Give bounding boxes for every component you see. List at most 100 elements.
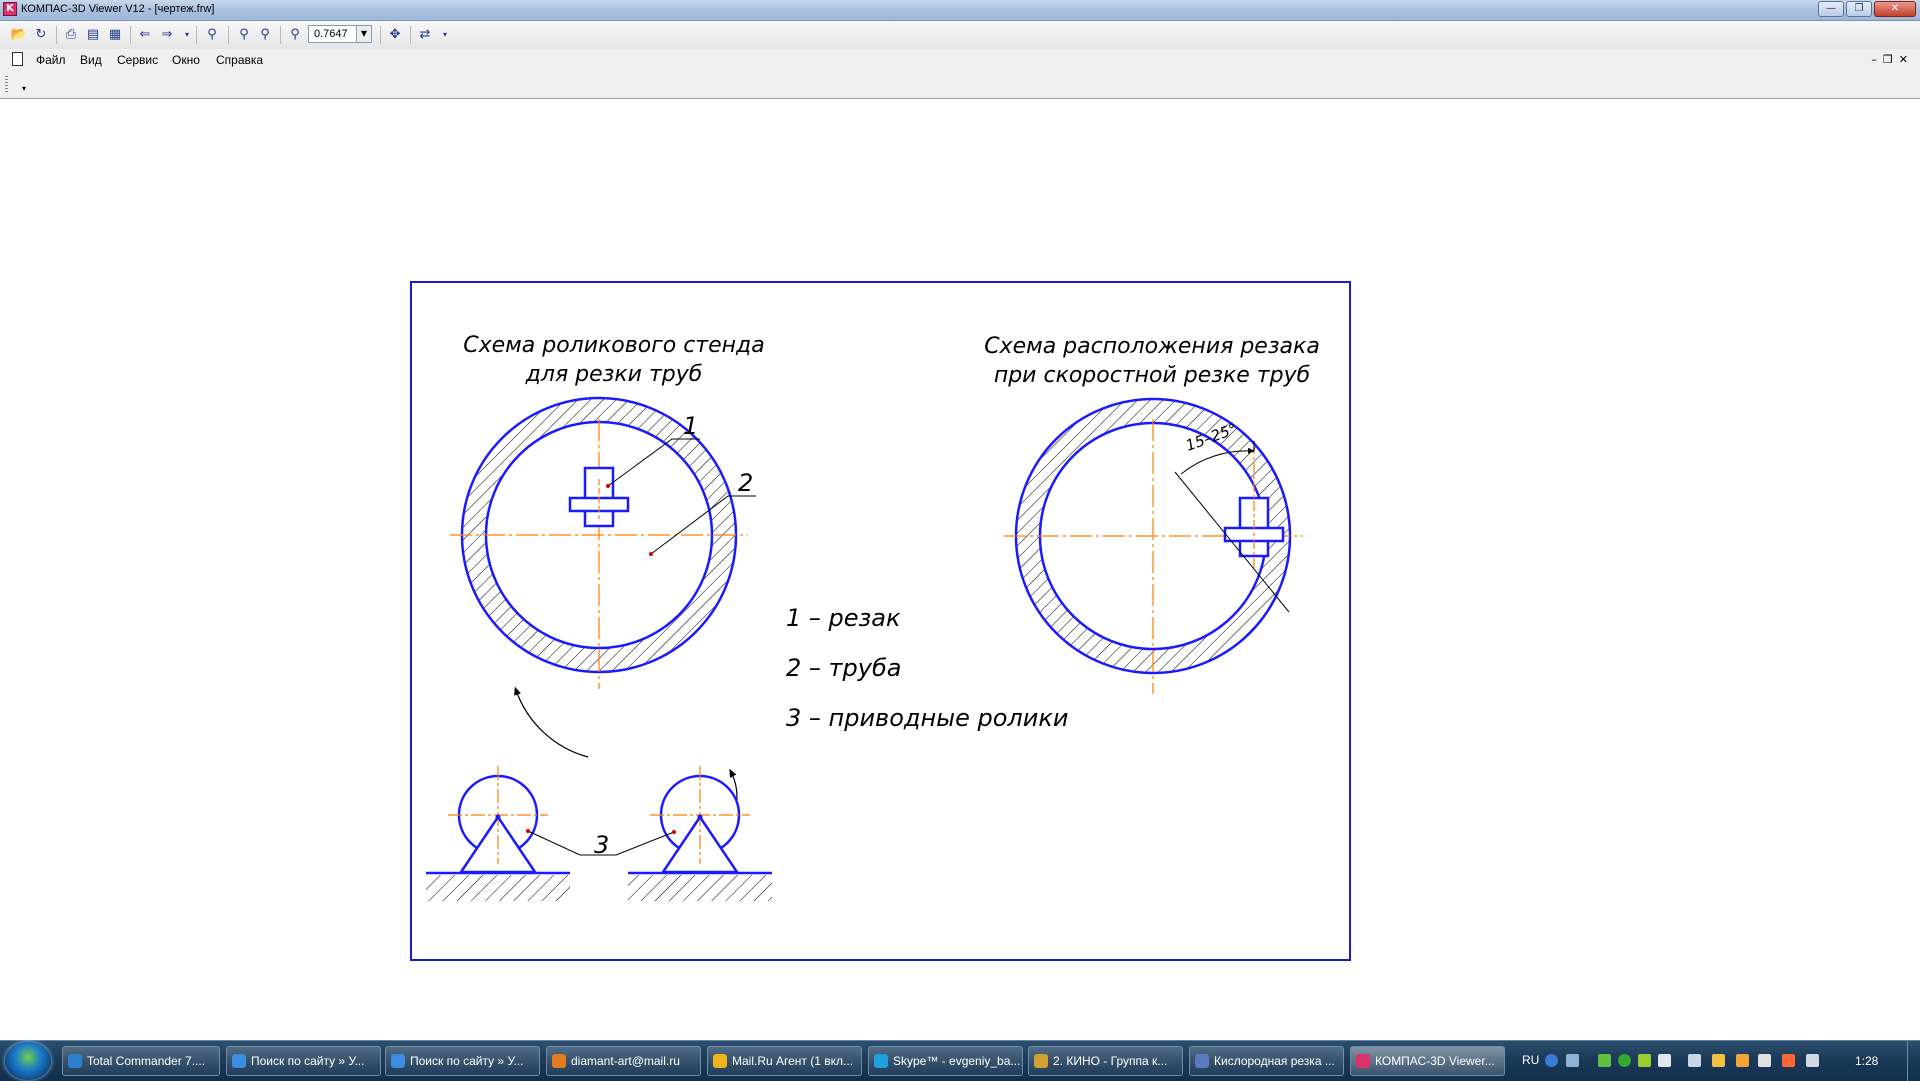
left-roller [448, 766, 548, 874]
taskbar-item-label: Total Commander 7.... [87, 1054, 206, 1068]
title-bar: K КОМПАС-3D Viewer V12 - [чертеж.frw] — … [0, 0, 1920, 21]
taskbar-item-label: Skype™ - evgeniy_ba... [893, 1054, 1021, 1068]
taskbar-item[interactable]: 2. КИНО - Группа к... [1028, 1046, 1183, 1076]
print-icon[interactable]: ⎙ [62, 26, 80, 44]
taskbar-item-label: diamant-art@mail.ru [571, 1054, 680, 1068]
taskbar-item[interactable]: Кислородная резка ... [1189, 1046, 1344, 1076]
taskbar-app-icon [391, 1054, 405, 1068]
page-setup-icon[interactable]: ▦ [106, 26, 124, 44]
tray-app-icon[interactable] [1638, 1054, 1651, 1067]
clock[interactable]: 1:28 [1855, 1054, 1878, 1068]
taskbar-item-label: КОМПАС-3D Viewer... [1375, 1054, 1495, 1068]
callout-3: 3 [594, 831, 609, 859]
taskbar-item-label: 2. КИНО - Группа к... [1053, 1054, 1168, 1068]
zoom-out-icon[interactable]: ⚲ [256, 26, 274, 44]
taskbar-app-icon [874, 1054, 888, 1068]
right-title-line1: Схема расположения резака [984, 334, 1320, 359]
left-pipe [450, 396, 748, 689]
menu-bar: Файл Вид Сервис Окно Справка –❐✕ [0, 49, 1920, 71]
refresh-icon[interactable]: ⇄ [416, 26, 434, 44]
taskbar-app-icon [68, 1054, 82, 1068]
main-toolbar: 📂 ↻ ⎙ ▤ ▦ ⇐ ⇒ ▾ ⚲ ⚲ ⚲ ⚲ 0.7647 ▼ ✥ ⇄ ▾ [0, 21, 1920, 49]
forward-icon[interactable]: ⇒ [158, 26, 176, 44]
toolbar-separator [228, 26, 229, 44]
maximize-button[interactable]: ❐ [1846, 1, 1872, 17]
taskbar-app-icon [1195, 1054, 1209, 1068]
taskbar-item-label: Кислородная резка ... [1214, 1054, 1335, 1068]
drawing-canvas[interactable]: Схема роликового стенда для резки труб С… [0, 99, 1920, 1030]
toolbar-overflow-icon[interactable]: ▾ [22, 84, 26, 93]
tray-app-icon[interactable] [1658, 1054, 1671, 1067]
printer-icon[interactable] [1688, 1054, 1701, 1067]
toolbar-overflow-icon[interactable]: ▾ [178, 26, 196, 44]
right-base [628, 871, 772, 901]
menu-service[interactable]: Сервис [117, 53, 158, 67]
taskbar-app-icon [552, 1054, 566, 1068]
mail-agent-icon[interactable] [1618, 1054, 1631, 1067]
taskbar-app-icon [1356, 1054, 1370, 1068]
start-button[interactable] [5, 1042, 51, 1080]
help-icon[interactable] [1545, 1054, 1558, 1067]
network-icon[interactable] [1566, 1054, 1579, 1067]
zoom-all-icon[interactable]: ⚲ [286, 26, 304, 44]
left-title-line2: для резки труб [525, 362, 703, 387]
taskbar-item[interactable]: Поиск по сайту » У... [226, 1046, 381, 1076]
preview-icon[interactable]: ▤ [84, 26, 102, 44]
open-icon[interactable]: 📂 [10, 26, 28, 44]
zoom-window-icon[interactable]: ⚲ [203, 26, 221, 44]
drawing-sheet: Схема роликового стенда для резки труб С… [410, 281, 1351, 961]
menu-window[interactable]: Окно [172, 53, 200, 67]
chevron-down-icon[interactable]: ▼ [356, 26, 371, 42]
menu-file[interactable]: Файл [36, 53, 66, 67]
toolbar-separator [196, 26, 197, 44]
callout-2: 2 [738, 469, 753, 497]
tray-app-icon[interactable] [1758, 1054, 1771, 1067]
back-icon[interactable]: ⇐ [136, 26, 154, 44]
toolbar-separator [410, 26, 411, 44]
volume-icon[interactable] [1806, 1054, 1819, 1067]
zoom-value: 0.7647 [314, 28, 348, 40]
toolbar-separator [280, 26, 281, 44]
left-title-line1: Схема роликового стенда [463, 333, 764, 358]
window-title: КОМПАС-3D Viewer V12 - [чертеж.frw] [21, 3, 215, 15]
toolbar-separator [56, 26, 57, 44]
callout-1: 1 [683, 412, 698, 440]
kompas-icon: K [3, 2, 17, 16]
close-button[interactable]: ✕ [1874, 1, 1916, 17]
taskbar-item[interactable]: Поиск по сайту » У... [385, 1046, 540, 1076]
taskbar-item-label: Поиск по сайту » У... [251, 1054, 365, 1068]
taskbar-item[interactable]: diamant-art@mail.ru [546, 1046, 701, 1076]
taskbar-item[interactable]: Mail.Ru Агент (1 вкл... [707, 1046, 862, 1076]
toolbar-overflow-icon[interactable]: ▾ [436, 26, 454, 44]
save-icon[interactable]: ↻ [32, 26, 50, 44]
taskbar-item-label: Поиск по сайту » У... [410, 1054, 524, 1068]
minimize-button[interactable]: — [1818, 1, 1844, 17]
tray-app-icon[interactable] [1598, 1054, 1611, 1067]
pan-icon[interactable]: ✥ [386, 26, 404, 44]
flag-icon[interactable] [1712, 1054, 1725, 1067]
zoom-input[interactable]: 0.7647 ▼ [308, 25, 372, 43]
taskbar-item[interactable]: Skype™ - evgeniy_ba... [868, 1046, 1023, 1076]
menu-help[interactable]: Справка [216, 53, 263, 67]
tray-app-icon[interactable] [1736, 1054, 1749, 1067]
right-title-line2: при скоростной резке труб [994, 363, 1310, 388]
left-cutter [568, 466, 630, 528]
taskbar-item-label: Mail.Ru Агент (1 вкл... [732, 1054, 854, 1068]
show-desktop-button[interactable] [1907, 1041, 1920, 1081]
tray-app-icon[interactable] [1782, 1054, 1795, 1067]
left-base [426, 871, 570, 901]
taskbar-app-icon [232, 1054, 246, 1068]
taskbar-app-icon [1034, 1054, 1048, 1068]
toolbar-separator [380, 26, 381, 44]
language-indicator[interactable]: RU [1522, 1053, 1539, 1067]
document-window-controls[interactable]: –❐✕ [1871, 53, 1914, 66]
toolbar-separator [130, 26, 131, 44]
document-icon[interactable] [12, 52, 23, 66]
taskbar-item[interactable]: Total Commander 7.... [62, 1046, 220, 1076]
rotation-arrow-pipe [514, 686, 589, 758]
menu-view[interactable]: Вид [80, 53, 102, 67]
zoom-in-icon[interactable]: ⚲ [235, 26, 253, 44]
legend-item-2: 2 – труба [786, 654, 901, 682]
toolbar-grip[interactable] [5, 76, 8, 92]
taskbar-item[interactable]: КОМПАС-3D Viewer... [1350, 1046, 1505, 1076]
